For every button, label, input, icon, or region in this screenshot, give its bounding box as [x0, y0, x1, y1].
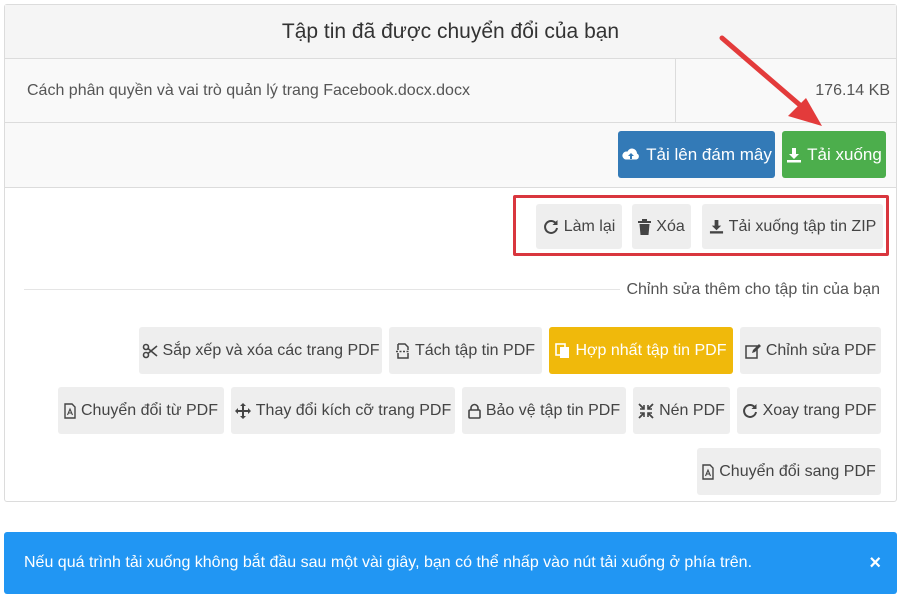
edit-pdf-label: Chỉnh sửa PDF	[765, 341, 877, 359]
rotate-pages-button[interactable]: Xoay trang PDF	[737, 387, 881, 434]
download-icon	[787, 147, 802, 162]
move-arrows-icon	[234, 402, 251, 419]
protect-pdf-label: Bảo vệ tập tin PDF	[485, 401, 621, 419]
download-zip-label: Tải xuống tập tin ZIP	[728, 217, 877, 235]
split-pdf-label: Tách tập tin PDF	[414, 341, 536, 359]
compress-pdf-label: Nén PDF	[659, 401, 725, 419]
upload-cloud-label: Tải lên đám mây	[646, 144, 772, 164]
redo-label: Làm lại	[563, 217, 616, 235]
merge-pdf-button[interactable]: Hợp nhất tập tin PDF	[549, 327, 733, 374]
download-zip-button[interactable]: Tải xuống tập tin ZIP	[702, 204, 883, 249]
alert-message: Nếu quá trình tải xuống không bắt đầu sa…	[24, 554, 753, 571]
edit-icon	[745, 343, 761, 359]
merge-icon	[555, 342, 570, 358]
sort-delete-pages-label: Sắp xếp và xóa các trang PDF	[162, 341, 380, 359]
delete-button[interactable]: Xóa	[632, 204, 691, 249]
trash-icon	[638, 218, 652, 235]
download-icon	[709, 219, 723, 234]
convert-from-pdf-button[interactable]: Chuyển đổi từ PDF	[58, 387, 224, 434]
split-pdf-button[interactable]: Tách tập tin PDF	[389, 327, 542, 374]
pdf-file-icon	[64, 402, 76, 419]
convert-to-pdf-label: Chuyển đổi sang PDF	[719, 462, 876, 480]
resize-pages-label: Thay đổi kích cỡ trang PDF	[255, 401, 452, 419]
rotate-pages-label: Xoay trang PDF	[762, 401, 877, 419]
download-button[interactable]: Tải xuống	[782, 131, 886, 178]
lock-icon	[468, 403, 481, 419]
file-name: Cách phân quyền và vai trò quản lý trang…	[27, 81, 470, 99]
protect-pdf-button[interactable]: Bảo vệ tập tin PDF	[462, 387, 626, 434]
edit-section-label: Chỉnh sửa thêm cho tập tin của bạn	[620, 281, 880, 299]
merge-pdf-label: Hợp nhất tập tin PDF	[575, 341, 727, 359]
compress-icon	[638, 402, 654, 419]
info-alert: Nếu quá trình tải xuống không bắt đầu sa…	[4, 532, 897, 594]
annotation-arrow-icon	[719, 35, 822, 126]
cloud-upload-icon	[622, 148, 640, 159]
pdf-file-icon	[702, 463, 714, 480]
convert-from-pdf-label: Chuyển đổi từ PDF	[81, 401, 218, 419]
redo-button[interactable]: Làm lại	[536, 204, 622, 249]
scissors-icon	[142, 343, 158, 358]
redo-icon	[543, 219, 558, 234]
rotate-icon	[742, 403, 757, 418]
compress-pdf-button[interactable]: Nén PDF	[633, 387, 730, 434]
resize-pages-button[interactable]: Thay đổi kích cỡ trang PDF	[231, 387, 455, 434]
convert-to-pdf-button[interactable]: Chuyển đổi sang PDF	[697, 448, 881, 495]
sort-delete-pages-button[interactable]: Sắp xếp và xóa các trang PDF	[139, 327, 382, 374]
upload-cloud-button[interactable]: Tải lên đám mây	[618, 131, 775, 178]
download-label: Tải xuống	[807, 144, 882, 164]
close-icon[interactable]: ×	[869, 552, 881, 575]
delete-label: Xóa	[656, 217, 685, 235]
edit-pdf-button[interactable]: Chỉnh sửa PDF	[740, 327, 881, 374]
split-icon	[395, 342, 410, 359]
